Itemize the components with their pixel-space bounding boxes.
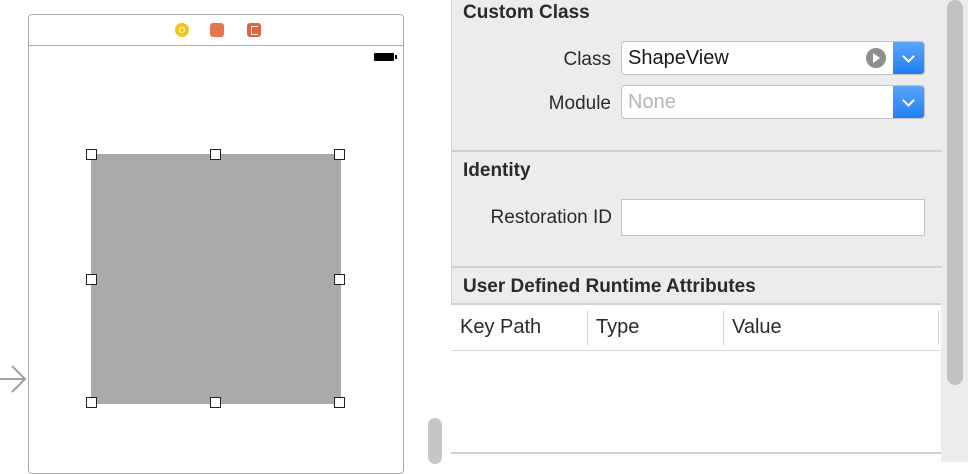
custom-class-header: Custom Class: [463, 2, 590, 23]
divider: [452, 150, 942, 152]
class-field[interactable]: ShapeView: [628, 47, 729, 69]
divider: [452, 266, 942, 268]
column-header-key-path[interactable]: Key Path: [451, 305, 587, 349]
resize-handle-bottom-right[interactable]: [334, 397, 345, 408]
scene-dock: [29, 15, 403, 46]
inspector-scrollbar[interactable]: [947, 0, 963, 385]
restoration-id-field[interactable]: [621, 199, 925, 236]
storyboard-canvas[interactable]: [0, 0, 420, 474]
module-field[interactable]: None: [628, 91, 676, 113]
runtime-attributes-table[interactable]: Key Path Type Value: [451, 303, 941, 463]
identity-header: Identity: [463, 160, 531, 181]
restoration-id-label: Restoration ID: [490, 207, 612, 228]
module-dropdown-button[interactable]: [893, 86, 924, 118]
resize-handle-top-right[interactable]: [334, 149, 345, 160]
table-header: Key Path Type Value: [451, 305, 941, 351]
column-header-type[interactable]: Type: [587, 305, 723, 349]
resize-handle-bottom-left[interactable]: [86, 397, 97, 408]
column-separator: [938, 311, 939, 345]
shape-view[interactable]: [91, 154, 341, 404]
resize-handle-top-left[interactable]: [86, 149, 97, 160]
entry-point-arrow-icon[interactable]: [0, 362, 28, 396]
navigate-arrow-icon[interactable]: [866, 48, 886, 68]
canvas-scrollbar[interactable]: [428, 418, 442, 464]
resize-handle-left[interactable]: [86, 274, 97, 285]
resize-handle-right[interactable]: [334, 274, 345, 285]
runtime-attributes-header: User Defined Runtime Attributes: [463, 276, 756, 297]
view-controller-icon[interactable]: [175, 23, 189, 37]
battery-icon: [374, 53, 397, 61]
module-combo-box[interactable]: None: [621, 85, 925, 119]
class-label: Class: [563, 49, 611, 70]
resize-handle-bottom[interactable]: [210, 397, 221, 408]
column-header-value[interactable]: Value: [723, 305, 939, 349]
first-responder-icon[interactable]: [210, 23, 224, 37]
table-footer-divider: [451, 452, 941, 454]
exit-icon[interactable]: [247, 23, 261, 37]
class-dropdown-button[interactable]: [893, 42, 924, 74]
module-label: Module: [548, 93, 611, 114]
resize-handle-top[interactable]: [210, 149, 221, 160]
